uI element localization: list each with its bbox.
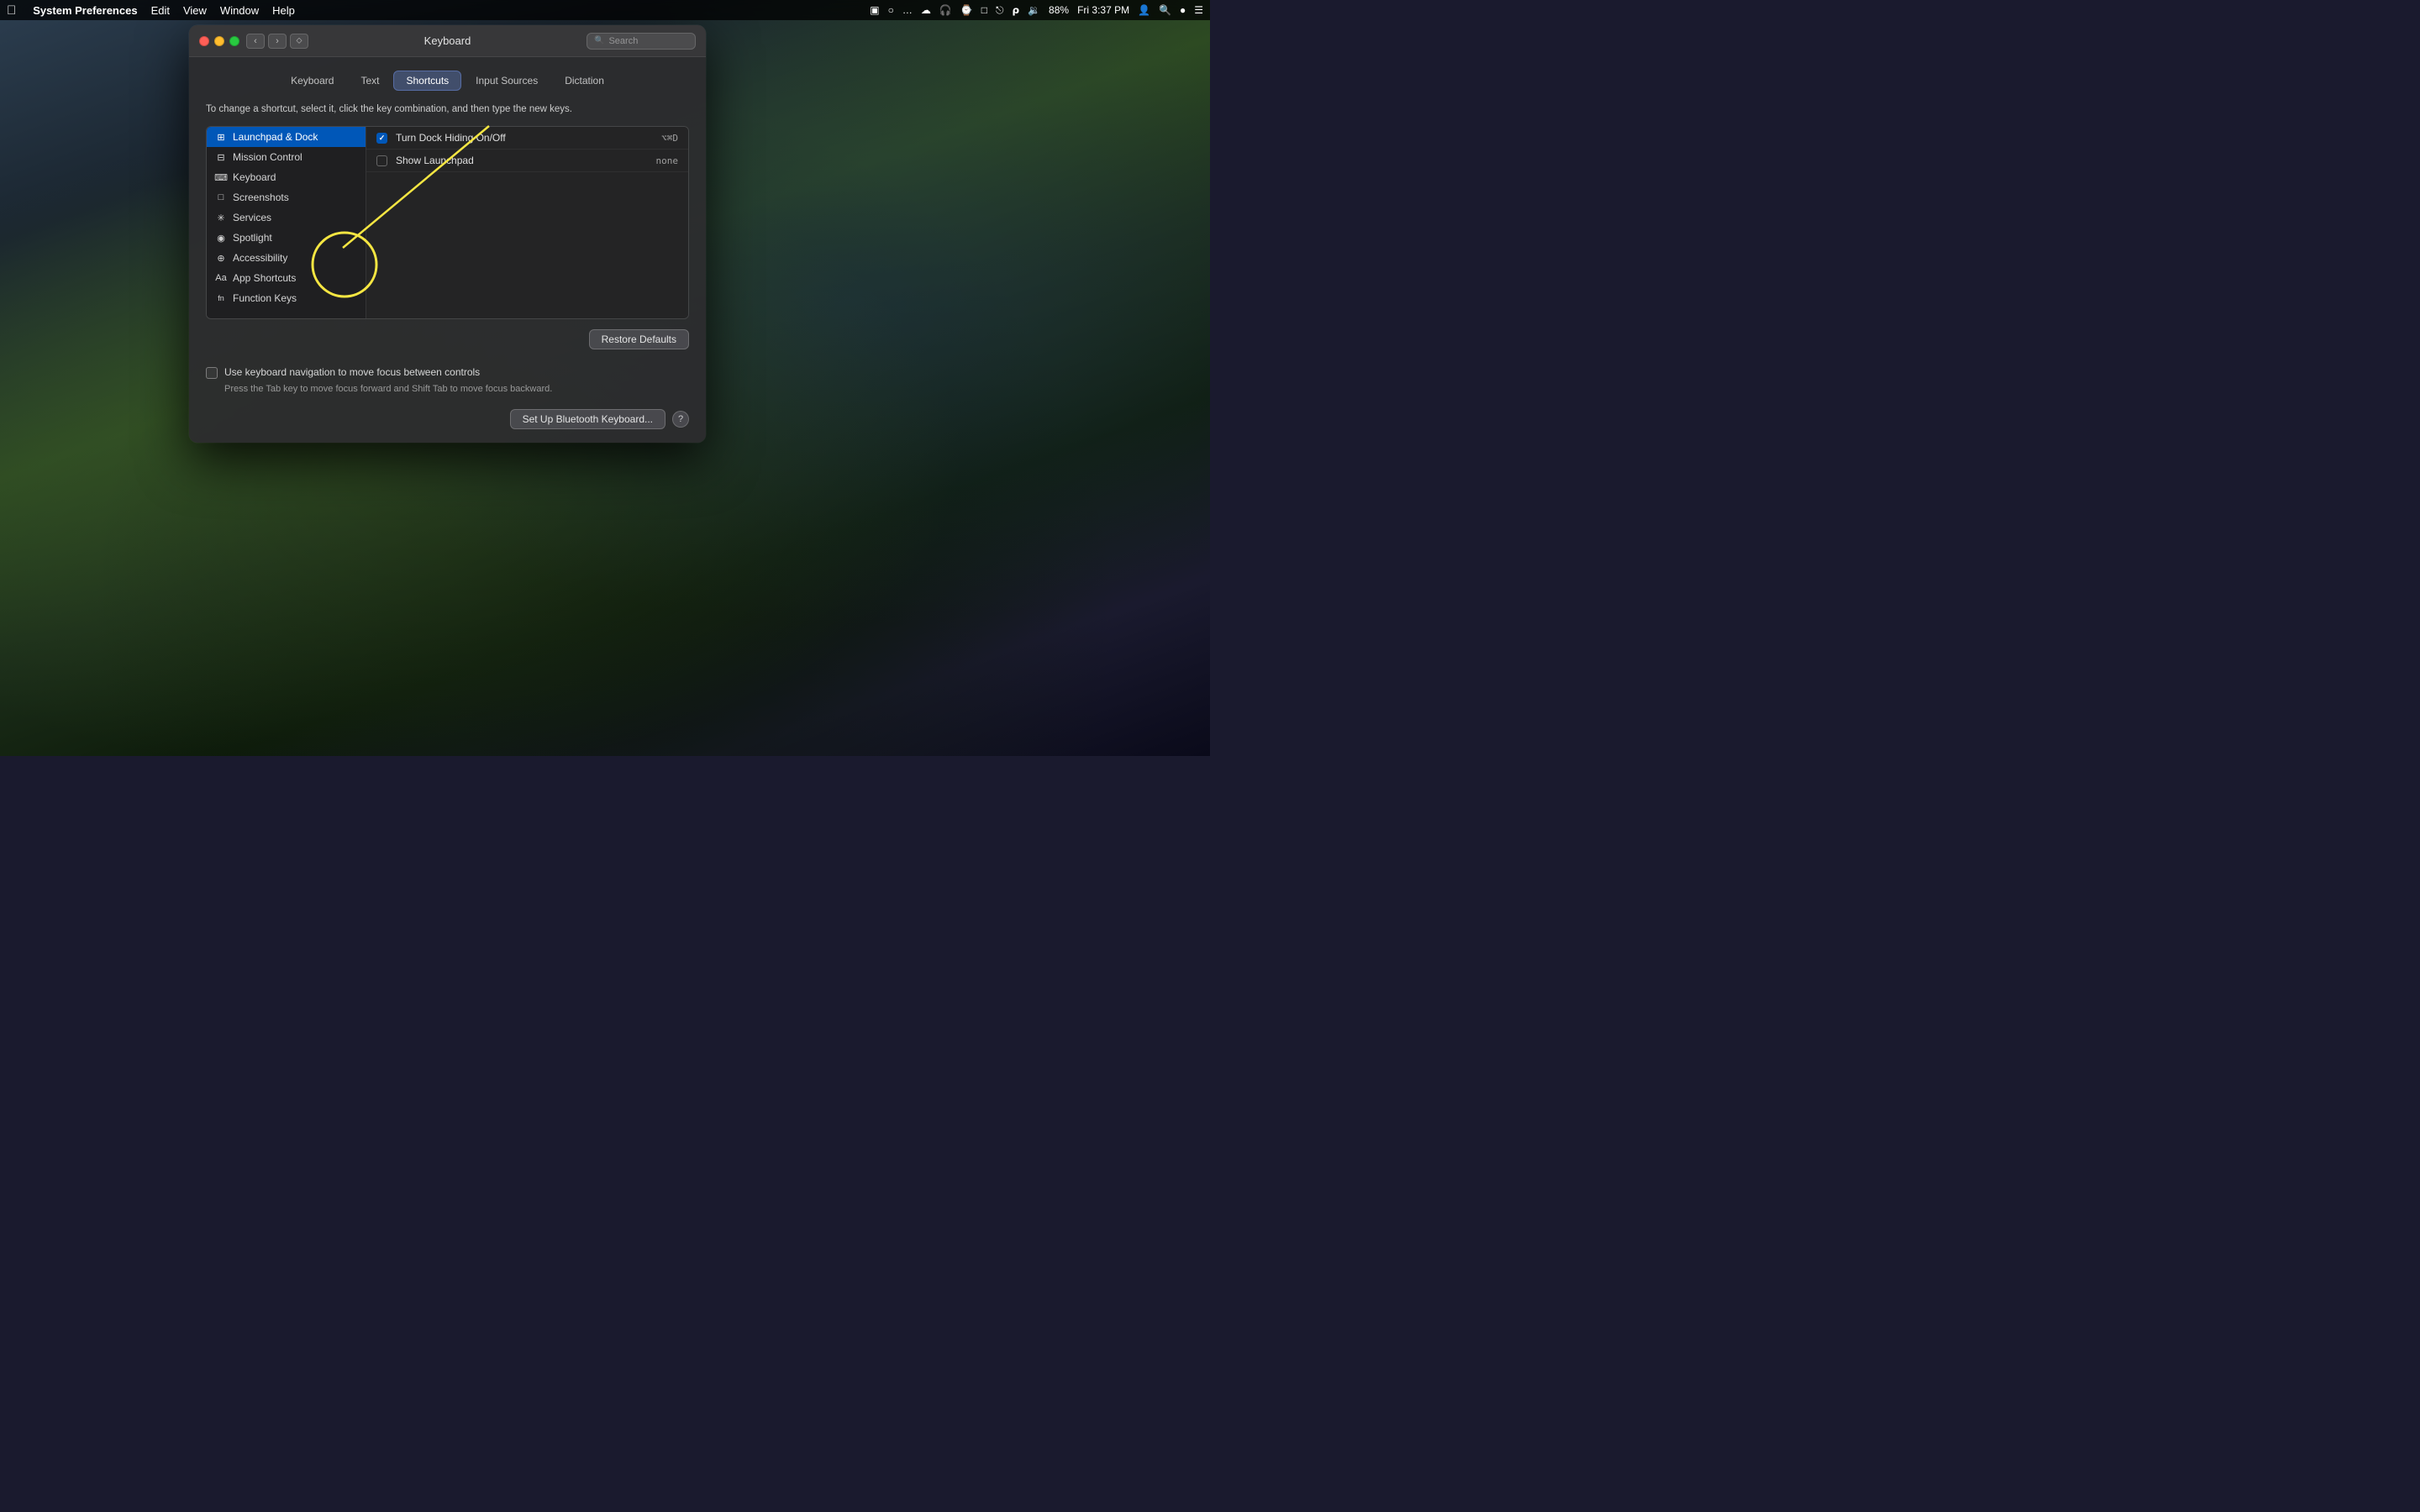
category-item-screenshots[interactable]: □ Screenshots — [207, 187, 366, 207]
menubar-datetime: Fri 3:37 PM — [1077, 4, 1129, 16]
category-item-function-keys[interactable]: fn Function Keys — [207, 288, 366, 308]
keyboard-window: ‹ › ⬦ Keyboard 🔍 Keyboard Text Shortcuts… — [189, 25, 706, 443]
restore-row: Restore Defaults — [206, 329, 689, 349]
keyboard-icon: ⌨ — [215, 171, 227, 183]
menubar-airplay-icon: □ — [981, 4, 987, 16]
category-item-mission-control[interactable]: ⊟ Mission Control — [207, 147, 366, 167]
category-label-accessibility: Accessibility — [233, 252, 287, 264]
minimize-button[interactable] — [214, 36, 224, 46]
services-icon: ✳ — [215, 212, 227, 223]
window-title: Keyboard — [424, 34, 471, 47]
bluetooth-keyboard-button[interactable]: Set Up Bluetooth Keyboard... — [510, 409, 666, 429]
search-icon: 🔍 — [594, 36, 604, 45]
fn-keys-icon: fn — [215, 292, 227, 304]
menubar-window[interactable]: Window — [220, 4, 259, 17]
menubar-headphones-icon: 🎧 — [939, 4, 952, 16]
menubar-app-name[interactable]: System Preferences — [33, 4, 137, 17]
help-button[interactable]: ? — [672, 411, 689, 428]
forward-button[interactable]: › — [268, 34, 287, 49]
menubar-camera-icon: ○ — [888, 4, 894, 16]
keyboard-nav-checkbox[interactable] — [206, 367, 218, 379]
category-item-app-shortcuts[interactable]: Aa App Shortcuts — [207, 268, 366, 288]
menubar-time-machine-icon: ⌚ — [960, 4, 973, 16]
menubar-cloud-icon: ☁ — [921, 4, 931, 16]
menubar-left:  System Preferences Edit View Window He… — [7, 3, 295, 18]
maximize-button[interactable] — [229, 36, 239, 46]
app-shortcuts-icon: Aa — [215, 272, 227, 284]
tab-keyboard[interactable]: Keyboard — [278, 71, 346, 91]
tab-dictation[interactable]: Dictation — [552, 71, 617, 91]
shortcut-item-dock-hiding[interactable]: Turn Dock Hiding On/Off ⌥⌘D — [366, 127, 688, 150]
shortcut-panels: ⊞ Launchpad & Dock ⊟ Mission Control ⌨ K… — [206, 126, 689, 319]
menubar-bluetooth-icon: ⎋ — [996, 4, 1004, 17]
keyboard-nav-label: Use keyboard navigation to move focus be… — [224, 366, 480, 378]
titlebar: ‹ › ⬦ Keyboard 🔍 — [189, 25, 706, 57]
category-item-accessibility[interactable]: ⊕ Accessibility — [207, 248, 366, 268]
instruction-text: To change a shortcut, select it, click t… — [206, 102, 689, 116]
launchpad-icon: ⊞ — [215, 131, 227, 143]
category-label-keyboard: Keyboard — [233, 171, 276, 183]
category-label-app-shortcuts: App Shortcuts — [233, 272, 296, 284]
menubar-search-icon[interactable]: 🔍 — [1159, 4, 1171, 16]
shortcut-keys-launchpad: none — [656, 155, 679, 166]
menubar-right: ▣ ○ … ☁ 🎧 ⌚ □ ⎋ 𝞀 🔉 88% Fri 3:37 PM 👤 🔍 … — [870, 4, 1203, 17]
keyboard-nav-sublabel: Press the Tab key to move focus forward … — [224, 384, 689, 394]
bottom-row: Set Up Bluetooth Keyboard... ? — [206, 409, 689, 429]
category-label-screenshots: Screenshots — [233, 192, 289, 203]
search-box[interactable]: 🔍 — [587, 33, 696, 50]
tab-shortcuts[interactable]: Shortcuts — [393, 71, 461, 91]
search-input[interactable] — [608, 36, 688, 46]
spotlight-icon: ◉ — [215, 232, 227, 244]
menubar-edit[interactable]: Edit — [151, 4, 170, 17]
shortcut-checkbox-launchpad[interactable] — [376, 155, 387, 166]
menubar-view[interactable]: View — [183, 4, 207, 17]
keyboard-nav-row: Use keyboard navigation to move focus be… — [206, 366, 689, 379]
shortcut-checkbox-dock-hiding[interactable] — [376, 133, 387, 144]
category-item-launchpad-dock[interactable]: ⊞ Launchpad & Dock — [207, 127, 366, 147]
titlebar-nav: ‹ › — [246, 34, 287, 49]
category-label-spotlight: Spotlight — [233, 232, 272, 244]
shortcut-list: Turn Dock Hiding On/Off ⌥⌘D Show Launchp… — [366, 127, 688, 318]
menubar-user-icon: 👤 — [1138, 4, 1150, 16]
mission-control-icon: ⊟ — [215, 151, 227, 163]
tab-input-sources[interactable]: Input Sources — [463, 71, 550, 91]
close-button[interactable] — [199, 36, 209, 46]
shortcut-item-launchpad[interactable]: Show Launchpad none — [366, 150, 688, 172]
category-item-spotlight[interactable]: ◉ Spotlight — [207, 228, 366, 248]
menubar-volume-icon: 🔉 — [1028, 4, 1040, 16]
tab-text[interactable]: Text — [348, 71, 392, 91]
category-label-function-keys: Function Keys — [233, 292, 297, 304]
menubar-dropbox-icon: ▣ — [870, 4, 879, 16]
grid-button[interactable]: ⬦ — [290, 34, 308, 49]
menubar-help[interactable]: Help — [272, 4, 295, 17]
category-label-services: Services — [233, 212, 271, 223]
menubar-siri-icon[interactable]: ● — [1180, 4, 1186, 16]
menubar-dots-icon: … — [902, 4, 913, 16]
menubar-battery: 88% — [1049, 4, 1069, 16]
shortcut-keys-dock-hiding: ⌥⌘D — [661, 133, 678, 144]
window-content: Keyboard Text Shortcuts Input Sources Di… — [189, 57, 706, 443]
traffic-lights — [199, 36, 239, 46]
shortcut-name-dock-hiding: Turn Dock Hiding On/Off — [396, 132, 661, 144]
tab-bar: Keyboard Text Shortcuts Input Sources Di… — [206, 71, 689, 91]
category-label-mission-control: Mission Control — [233, 151, 302, 163]
screenshots-icon: □ — [215, 192, 227, 203]
category-item-services[interactable]: ✳ Services — [207, 207, 366, 228]
back-button[interactable]: ‹ — [246, 34, 265, 49]
accessibility-icon: ⊕ — [215, 252, 227, 264]
category-list: ⊞ Launchpad & Dock ⊟ Mission Control ⌨ K… — [207, 127, 366, 318]
menubar:  System Preferences Edit View Window He… — [0, 0, 1210, 20]
menubar-notifications-icon[interactable]: ☰ — [1194, 4, 1203, 16]
menubar-wifi-icon: 𝞀 — [1012, 4, 1019, 16]
restore-defaults-button[interactable]: Restore Defaults — [589, 329, 689, 349]
category-item-keyboard[interactable]: ⌨ Keyboard — [207, 167, 366, 187]
shortcut-name-launchpad: Show Launchpad — [396, 155, 656, 166]
category-label-launchpad-dock: Launchpad & Dock — [233, 131, 318, 143]
apple-menu[interactable]:  — [7, 3, 16, 18]
